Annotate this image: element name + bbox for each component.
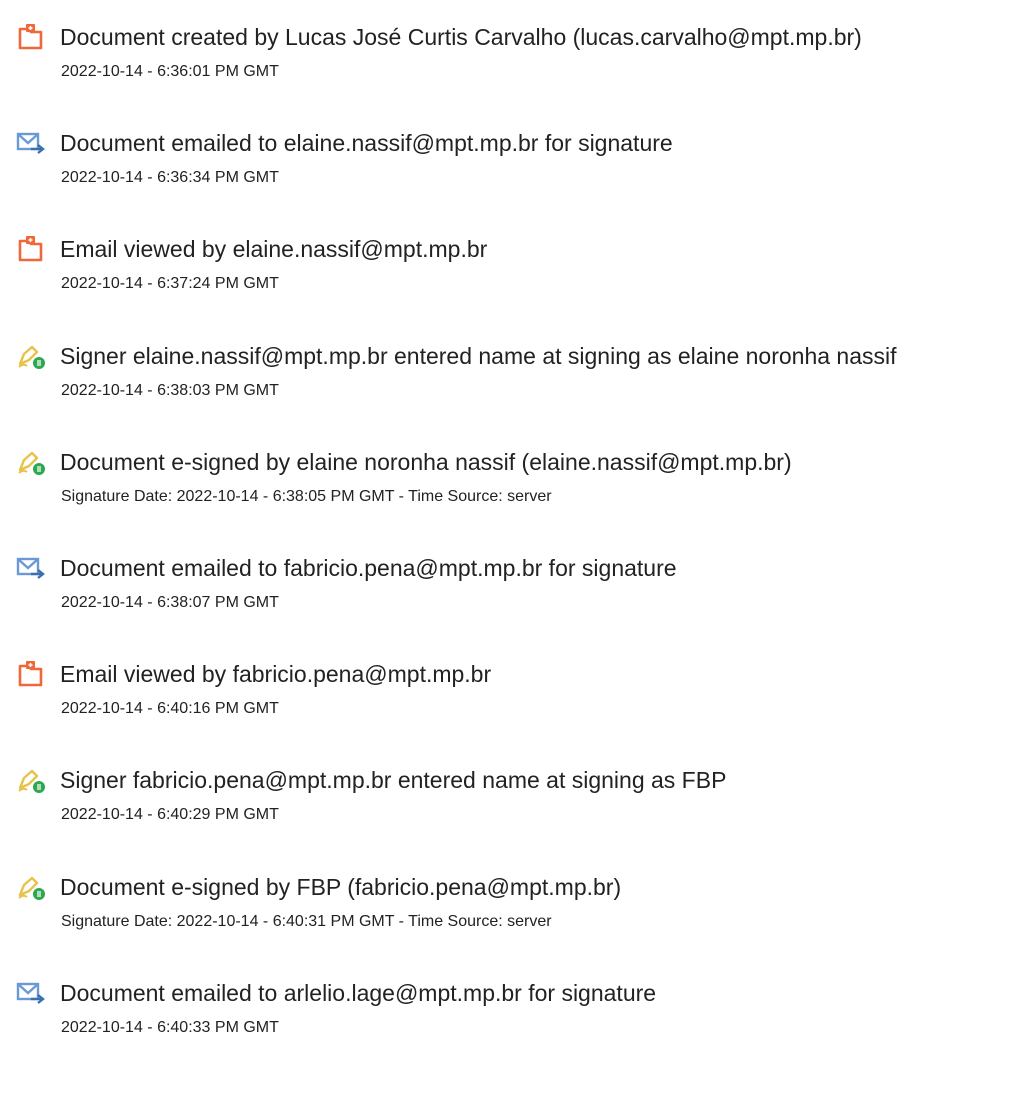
email-sent-icon [16,978,46,1008]
event-title: Document emailed to fabricio.pena@mpt.mp… [60,555,677,581]
audit-event: Signer fabricio.pena@mpt.mp.br entered n… [0,761,1031,841]
event-timestamp: 2022-10-14 - 6:36:01 PM GMT [61,63,279,80]
event-title: Document emailed to elaine.nassif@mpt.mp… [60,130,673,156]
event-timestamp: 2022-10-14 - 6:38:03 PM GMT [61,382,279,399]
event-title: Document emailed to arlelio.lage@mpt.mp.… [60,980,657,1006]
event-timestamp: 2022-10-14 - 6:37:24 PM GMT [61,275,279,292]
pen-esign-icon [16,341,46,371]
event-timestamp: 2022-10-14 - 6:40:33 PM GMT [61,1019,279,1036]
pen-esign-icon [16,447,46,477]
event-title: Signer elaine.nassif@mpt.mp.br entered n… [60,343,897,369]
event-timestamp: 2022-10-14 - 6:40:16 PM GMT [61,700,279,717]
event-title: Email viewed by fabricio.pena@mpt.mp.br [60,661,492,687]
document-created-icon [16,22,46,52]
event-title: Signer fabricio.pena@mpt.mp.br entered n… [60,767,727,793]
audit-event: Email viewed by fabricio.pena@mpt.mp.br … [0,655,1031,735]
audit-event: Document created by Lucas José Curtis Ca… [0,18,1031,98]
audit-event: Document emailed to fabricio.pena@mpt.mp… [0,549,1031,629]
audit-event: Document e-signed by FBP (fabricio.pena@… [0,868,1031,948]
event-title: Document created by Lucas José Curtis Ca… [60,24,862,50]
audit-event: Document emailed to elaine.nassif@mpt.mp… [0,124,1031,204]
document-viewed-icon [16,234,46,264]
event-title: Email viewed by elaine.nassif@mpt.mp.br [60,236,488,262]
audit-event: Document emailed to arlelio.lage@mpt.mp.… [0,974,1031,1054]
email-sent-icon [16,553,46,583]
event-timestamp: 2022-10-14 - 6:40:29 PM GMT [61,806,279,823]
email-sent-icon [16,128,46,158]
event-signature-date: Signature Date: 2022-10-14 - 6:40:31 PM … [61,913,552,930]
event-timestamp: 2022-10-14 - 6:36:34 PM GMT [61,169,279,186]
event-title: Document e-signed by elaine noronha nass… [60,449,792,475]
event-timestamp: 2022-10-14 - 6:38:07 PM GMT [61,594,279,611]
pen-esign-icon [16,872,46,902]
pen-esign-icon [16,765,46,795]
event-title: Document e-signed by FBP (fabricio.pena@… [60,874,622,900]
audit-event: Email viewed by elaine.nassif@mpt.mp.br … [0,230,1031,310]
event-signature-date: Signature Date: 2022-10-14 - 6:38:05 PM … [61,488,552,505]
document-viewed-icon [16,659,46,689]
audit-event: Document e-signed by elaine noronha nass… [0,443,1031,523]
audit-event: Signer elaine.nassif@mpt.mp.br entered n… [0,337,1031,417]
